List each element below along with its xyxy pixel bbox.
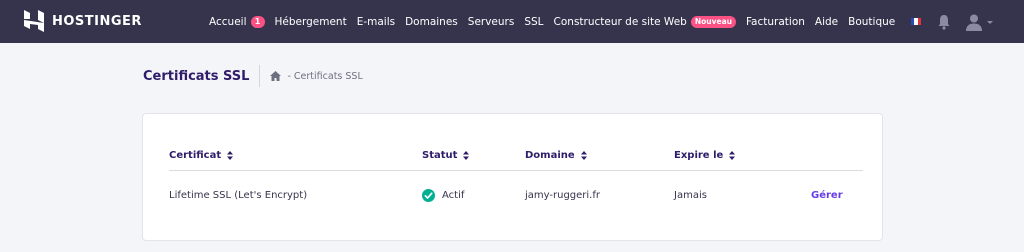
- domain-name: jamy-ruggeri.fr: [525, 190, 600, 201]
- main-nav: Accueil 1 Hébergement E-mails Domaines S…: [209, 0, 895, 43]
- certificate-name: Lifetime SSL (Let's Encrypt): [169, 190, 308, 201]
- expiry-value: Jamais: [674, 190, 707, 201]
- nav-item-label: Aide: [814, 15, 839, 28]
- nav-item-label: Facturation: [745, 15, 805, 28]
- nav-item-label: SSL: [524, 15, 544, 28]
- home-icon[interactable]: [270, 71, 282, 81]
- status-label: Actif: [442, 190, 465, 201]
- hostinger-logo-icon: [24, 10, 44, 32]
- nav-item-site-builder[interactable]: Constructeur de site Web Nouveau: [553, 15, 736, 28]
- status-cell: Actif: [422, 189, 464, 202]
- nav-item-label: Domaines: [405, 15, 458, 28]
- nav-item-label: E-mails: [356, 15, 396, 28]
- column-header-domaine[interactable]: Domaine: [525, 150, 587, 161]
- nav-item-label: Hébergement: [274, 15, 347, 28]
- nav-item-label: Serveurs: [467, 15, 515, 28]
- notification-count-badge: 1: [250, 15, 265, 28]
- page-header: Certificats SSL - Certificats SSL: [143, 65, 363, 87]
- brand[interactable]: HOSTINGER: [24, 10, 142, 32]
- nav-item-serveurs[interactable]: Serveurs: [468, 16, 515, 28]
- nav-item-accueil[interactable]: Accueil 1: [209, 15, 265, 28]
- table-header: Certificat Statut Domaine Expire le: [169, 150, 863, 171]
- breadcrumb: - Certificats SSL: [270, 70, 363, 82]
- user-icon: [966, 14, 982, 31]
- header-divider: [259, 65, 261, 87]
- new-badge: Nouveau: [690, 15, 736, 28]
- chevron-down-icon: [987, 20, 993, 24]
- flag-fr-icon[interactable]: [911, 18, 921, 25]
- sort-icon: [580, 151, 587, 160]
- header-tools: [911, 0, 994, 43]
- nav-item-domaines[interactable]: Domaines: [405, 16, 458, 28]
- nav-item-aide[interactable]: Aide: [815, 16, 838, 28]
- column-header-label: Certificat: [169, 150, 222, 161]
- sort-icon: [463, 151, 470, 160]
- manage-button[interactable]: Gérer: [811, 190, 843, 201]
- column-header-label: Expire le: [674, 150, 724, 161]
- column-header-label: Domaine: [525, 150, 575, 161]
- nav-item-label: Boutique: [848, 15, 896, 28]
- bell-icon[interactable]: [937, 14, 951, 30]
- column-header-certificat[interactable]: Certificat: [169, 150, 234, 161]
- nav-item-boutique[interactable]: Boutique: [848, 16, 895, 28]
- page-title: Certificats SSL: [143, 68, 250, 84]
- nav-item-emails[interactable]: E-mails: [357, 16, 395, 28]
- nav-item-hebergement[interactable]: Hébergement: [275, 16, 347, 28]
- nav-item-ssl[interactable]: SSL: [524, 16, 543, 28]
- sort-icon: [729, 151, 736, 160]
- column-header-expire[interactable]: Expire le: [674, 150, 736, 161]
- column-header-statut[interactable]: Statut: [422, 150, 470, 161]
- table-row: Lifetime SSL (Let's Encrypt) Actif jamy-…: [169, 171, 863, 222]
- nav-item-label: Constructeur de site Web: [553, 15, 687, 28]
- top-navbar: HOSTINGER Accueil 1 Hébergement E-mails …: [0, 0, 1024, 43]
- user-menu[interactable]: [965, 13, 994, 31]
- column-header-label: Statut: [422, 150, 458, 161]
- breadcrumb-current: - Certificats SSL: [287, 70, 363, 82]
- sort-icon: [227, 151, 234, 160]
- check-circle-icon: [422, 189, 435, 202]
- ssl-table: Certificat Statut Domaine Expire le Life…: [169, 150, 863, 222]
- nav-item-facturation[interactable]: Facturation: [746, 16, 805, 28]
- nav-item-label: Accueil: [209, 15, 247, 28]
- brand-name: HOSTINGER: [52, 13, 142, 29]
- ssl-certificates-card: Certificat Statut Domaine Expire le Life…: [142, 113, 883, 241]
